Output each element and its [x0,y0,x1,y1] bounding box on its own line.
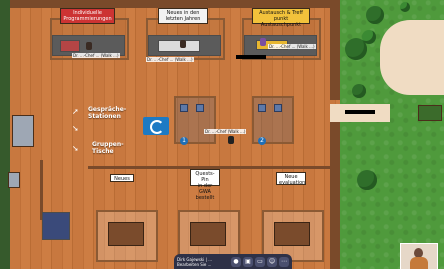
more-icon[interactable]: ⋯ [279,256,289,267]
emoji-icon[interactable]: ☺ [267,256,277,267]
screen-share-icon[interactable]: ▭ [255,256,265,267]
rug-blue [158,40,200,52]
tree-icon [357,170,377,190]
rug-carpet [42,212,70,240]
brand-logo-icon [143,117,169,135]
group-table [274,222,310,246]
top-wall [10,0,340,8]
sign-austausch: Austausch & Treff punkt Austauschpunkt [252,8,310,28]
shelf [8,172,20,188]
station-number-badge: 1 [180,137,188,145]
corridor-wall [330,122,340,269]
tree-icon [362,30,376,44]
tree-icon [352,84,366,98]
tree-icon [400,2,410,12]
player-name-label: Dr. ...-Chef ... (Walk ...) [146,57,194,62]
game-stage: Individuelle Programmierungen Neues in d… [0,0,444,269]
player-name-label: Dr. ...-Chef ... (Walk ...) [268,44,316,49]
floor-text-gruppen: Gruppen- Tische [92,141,124,155]
redaction-bar [345,110,375,114]
rug-red [60,40,80,52]
chair [258,104,266,112]
user-info[interactable]: Dirk Gajewski | ... Bearbeiten Sie ... [177,257,229,267]
webcam-video-tile[interactable] [400,243,438,269]
station-number-badge: 2 [258,137,266,145]
tree-icon [366,6,384,24]
chair [274,104,282,112]
floor-text-stations: Gespräche- Stationen [88,106,127,120]
mic-icon[interactable]: ● [231,256,241,267]
dirt-path [380,20,444,95]
left-wall [0,0,10,269]
call-toolbar: Dirk Gajewski | ... Bearbeiten Sie ... ●… [174,254,292,269]
group-table [108,222,144,246]
player-name-label: Dr. ...-Chef ... (Walk ...) [72,53,120,58]
chair [196,104,204,112]
player-avatar [180,40,186,48]
redaction-bar [236,55,266,59]
arrow-right-icon: ➘ [72,124,79,133]
arrow-right-icon: ➚ [72,107,79,116]
sign-neues: Neues in den letzten Jahren [158,8,208,24]
bench [418,105,442,121]
sign-individuelle: Individuelle Programmierungen [60,8,115,24]
player-avatar [260,38,266,46]
camera-icon[interactable]: ▣ [243,256,253,267]
sign-evaluation: Neue evaluation [276,172,306,186]
player-name-label: Dr. ...-Chef (Walk ...) [204,129,247,134]
corridor-wall [330,0,340,100]
player-avatar [228,136,234,144]
group-table [190,222,226,246]
sign-quests: Quests-Pin in der GWA bestellt [190,169,220,201]
chair [180,104,188,112]
sign-neues-bottom: Neues [110,174,134,182]
arrow-down-icon: ➘ [72,144,79,153]
webcam-person-body [410,257,428,269]
shelf [12,115,34,147]
hall-divider [40,160,43,220]
user-status: Bearbeiten Sie ... [177,261,212,267]
player-avatar [86,42,92,50]
